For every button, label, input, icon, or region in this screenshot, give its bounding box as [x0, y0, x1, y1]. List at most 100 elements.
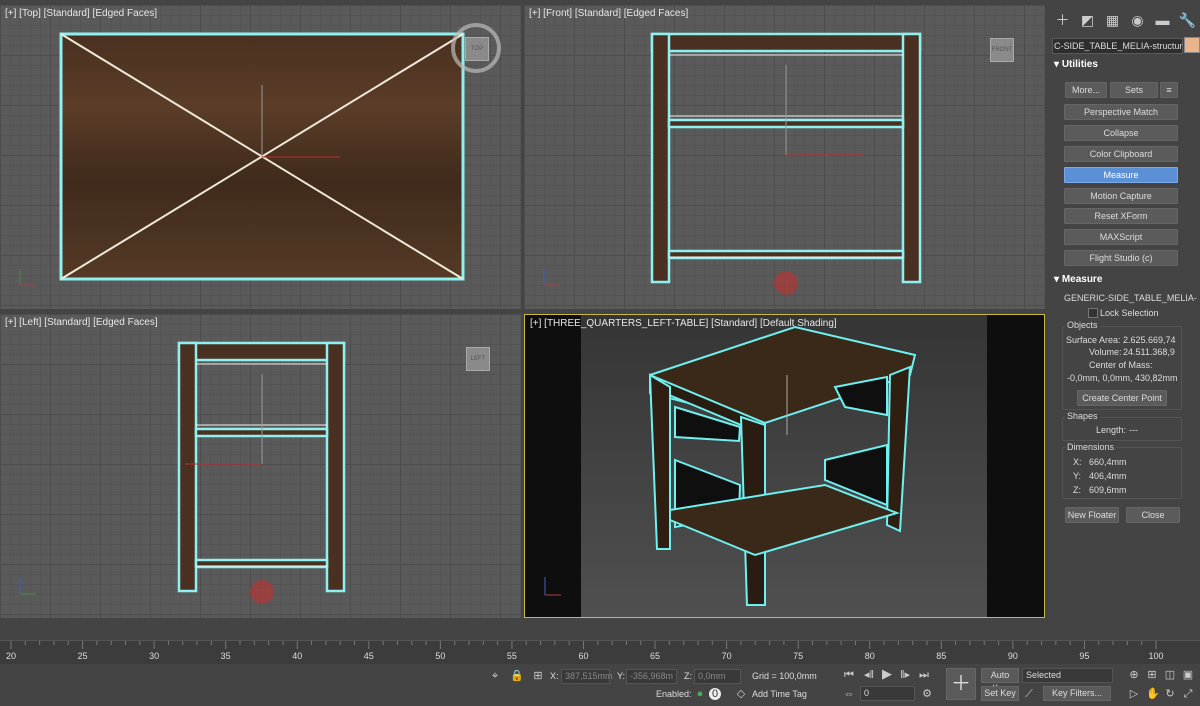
viewport-nav-orbit-icon[interactable]: ↻	[1164, 688, 1176, 700]
utility-maxscript[interactable]: MAXScript	[1064, 229, 1178, 245]
time-configuration-icon[interactable]: ⚙	[921, 688, 933, 700]
viewport-front[interactable]: [+] [Front] [Standard] [Edged Faces] FRO…	[524, 5, 1045, 309]
viewport-left[interactable]: [+] [Left] [Standard] [Edged Faces] LEFT	[0, 314, 521, 618]
z-coord-field[interactable]: 0,0mm	[694, 669, 741, 684]
view-cube-left[interactable]: LEFT	[466, 347, 490, 371]
timeline-tick-label: 55	[506, 651, 517, 661]
set-key-button[interactable]: Set Key	[981, 686, 1019, 701]
create-center-point-button[interactable]: Create Center Point	[1077, 390, 1167, 406]
viewport-nav-zoom-icon[interactable]: ⊕	[1128, 669, 1140, 681]
utility-reset-xform[interactable]: Reset XForm	[1064, 208, 1178, 224]
utility-flight-studio[interactable]: Flight Studio (c)	[1064, 250, 1178, 266]
timeline-tick-label: 20	[5, 651, 17, 661]
utility-perspective-match[interactable]: Perspective Match	[1064, 104, 1178, 120]
timeline-tick-label: 50	[435, 651, 446, 661]
utilities-title: Utilities	[1061, 59, 1098, 70]
perspective-view-drawing	[544, 325, 917, 606]
grid-size-readout: Grid = 100,0mm	[752, 671, 817, 681]
new-floater-button[interactable]: New Floater	[1065, 507, 1119, 523]
timeline-tick-label: 40	[292, 651, 303, 661]
front-view-drawing	[543, 32, 922, 295]
command-panel: ＋ ◩ ▦ ◉ ▬ 🔧 C-SIDE_TABLE_MELIA-structure…	[1050, 0, 1200, 636]
dimension-z-value: 609,6mm	[1089, 485, 1127, 495]
utility-color-clipboard[interactable]: Color Clipboard	[1064, 146, 1178, 162]
viewport-nav-zoom-extents-icon[interactable]: ◫	[1164, 669, 1176, 681]
enabled-label: Enabled:	[656, 689, 692, 699]
timeline-tick-label: 85	[936, 651, 947, 661]
z-coord-label: Z:	[684, 671, 692, 681]
length-value: ---	[1129, 425, 1138, 435]
x-coord-field[interactable]: 387,515mm	[561, 669, 613, 684]
timeline-tick-label: 95	[1079, 651, 1090, 661]
utility-motion-capture[interactable]: Motion Capture	[1064, 188, 1178, 204]
key-filters-button[interactable]: Key Filters...	[1043, 686, 1111, 701]
object-color-swatch[interactable]	[1184, 37, 1200, 53]
timeline-tick-label: 60	[578, 651, 589, 661]
configure-sets-icon[interactable]: ≡	[1160, 82, 1178, 98]
set-key-big-button[interactable]: ＋	[946, 668, 976, 700]
shapes-group-title: Shapes	[1065, 411, 1100, 421]
status-bar: ⌖ 🔒 ⊞ X: 387,515mm Y: -356,968m Z: 0,0mm…	[0, 664, 1200, 706]
timeline-tick-label: 45	[363, 651, 374, 661]
close-button[interactable]: Close	[1126, 507, 1180, 523]
surface-area-value: 2.625.669,74	[1123, 335, 1176, 345]
utilities-icon[interactable]: 🔧	[1179, 11, 1197, 29]
measure-title: Measure	[1061, 274, 1103, 285]
hierarchy-icon[interactable]: ▦	[1104, 11, 1122, 29]
selection-lock-icon[interactable]: 🔒	[510, 670, 524, 682]
dimension-x-value: 660,4mm	[1089, 457, 1127, 467]
timeline-tick-label: 25	[77, 651, 88, 661]
timeline-tick-label: 100	[1148, 651, 1164, 661]
utility-collapse[interactable]: Collapse	[1064, 125, 1178, 141]
track-bar[interactable]: 20 25 30 35 40 45 50 55 60 65 70 75 80 85 90 95 100	[0, 640, 1200, 665]
default-in-out-tangents-icon[interactable]: ⟋	[1023, 688, 1035, 700]
track-bar-ticks	[10, 641, 1157, 649]
current-frame-field[interactable]: 0	[860, 686, 915, 701]
more-button[interactable]: More...	[1065, 82, 1107, 98]
absolute-mode-icon[interactable]: ⊞	[532, 670, 544, 682]
object-name-field[interactable]: C-SIDE_TABLE_MELIA-structure	[1052, 38, 1183, 54]
dimensions-group-title: Dimensions	[1065, 442, 1117, 452]
timeline-tick-label: 90	[1007, 651, 1018, 661]
isolate-selection-icon[interactable]: ⌖	[489, 670, 501, 682]
lock-selection-checkbox[interactable]	[1088, 308, 1098, 318]
measure-rollout-title[interactable]: ▾ Measure	[1054, 274, 1194, 285]
go-to-end-icon[interactable]: ⏭	[918, 669, 930, 681]
viewport-nav-maximize-icon[interactable]: ⤢	[1182, 688, 1194, 700]
viewport-perspective[interactable]: [+] [THREE_QUARTERS_LEFT-TABLE] [Standar…	[524, 314, 1045, 618]
top-view-drawing	[19, 23, 501, 286]
previous-frame-icon[interactable]: ◂‖	[863, 669, 875, 681]
viewport-nav-zoom-all-icon[interactable]: ⊞	[1146, 669, 1158, 681]
center-of-mass-label: Center of Mass:	[1089, 360, 1153, 370]
left-view-drawing	[19, 341, 346, 604]
time-config-icon[interactable]: 0	[709, 688, 721, 700]
measure-object-name: GENERIC-SIDE_TABLE_MELIA-	[1064, 293, 1197, 303]
objects-group-title: Objects	[1065, 320, 1100, 330]
go-to-start-icon[interactable]: ⏮	[843, 669, 855, 681]
view-cube-top[interactable]: TOP	[465, 37, 489, 61]
lock-selection-label[interactable]: Lock Selection	[1100, 308, 1159, 318]
view-cube-front[interactable]: FRONT	[990, 38, 1014, 62]
create-icon[interactable]: ＋	[1054, 11, 1072, 29]
timeline-tick-label: 35	[220, 651, 231, 661]
viewport-top[interactable]: [+] [Top] [Standard] [Edged Faces] TOP	[0, 5, 521, 309]
y-coord-field[interactable]: -356,968m	[626, 669, 677, 684]
play-icon[interactable]: ▶	[881, 667, 893, 680]
viewport-nav-zoom-extents-all-icon[interactable]: ▣	[1182, 669, 1194, 681]
timeline-tick-label: 65	[650, 651, 661, 661]
auto-key-button[interactable]: Auto Key	[981, 668, 1019, 693]
enabled-toggle-icon[interactable]: ●	[694, 688, 706, 700]
selection-set-dropdown[interactable]: Selected	[1022, 668, 1113, 683]
viewport-nav-pan-icon[interactable]: ✋	[1146, 688, 1160, 700]
sets-button[interactable]: Sets	[1110, 82, 1158, 98]
modify-icon[interactable]: ◩	[1079, 11, 1097, 29]
display-icon[interactable]: ▬	[1154, 11, 1172, 29]
utilities-rollout-title[interactable]: ▾ Utilities	[1054, 59, 1194, 70]
add-time-tag[interactable]: Add Time Tag	[752, 689, 807, 699]
key-mode-icon[interactable]: ⇔	[843, 688, 855, 700]
next-frame-icon[interactable]: ‖▸	[899, 669, 911, 681]
viewport-nav-fov-icon[interactable]: ▷	[1128, 688, 1140, 700]
utility-measure[interactable]: Measure	[1064, 167, 1178, 183]
motion-icon[interactable]: ◉	[1129, 11, 1147, 29]
volume-value: 24.511.368,9	[1123, 347, 1175, 357]
